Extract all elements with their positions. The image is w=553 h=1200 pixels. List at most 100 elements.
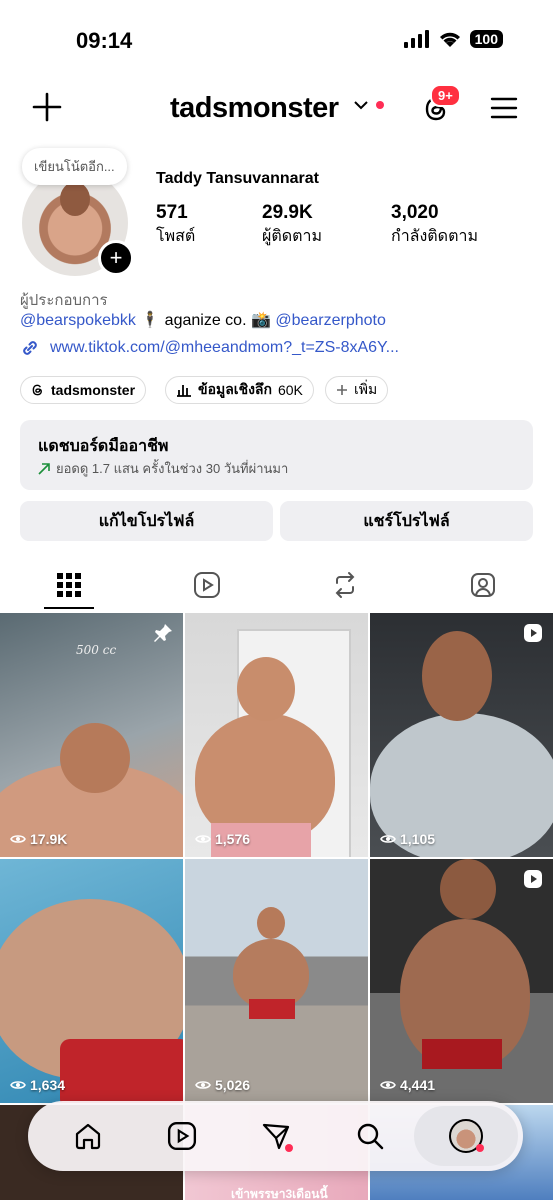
stat-label: กำลังติดตาม [391, 228, 478, 245]
view-count: 1,105 [380, 831, 435, 847]
chevron-down-icon [354, 101, 368, 110]
grid-icon [57, 573, 81, 597]
home-icon [75, 1123, 101, 1150]
trend-up-icon [38, 462, 50, 475]
eye-icon [380, 835, 396, 843]
grid-post[interactable]: 1,576 [185, 613, 368, 857]
pill-value: 60K [277, 382, 303, 398]
plus-icon [337, 385, 347, 395]
stat-posts[interactable]: 571 โพสต์ [156, 202, 195, 249]
post-image-head [440, 859, 496, 919]
pin-icon [154, 624, 172, 642]
menu-icon[interactable] [490, 96, 518, 120]
wifi-icon [439, 32, 460, 47]
signal-icon [403, 30, 429, 48]
profile-note-bubble[interactable]: เขียนโน้ตอีก... [22, 148, 127, 185]
stat-value: 571 [156, 202, 188, 223]
create-plus-icon[interactable] [32, 92, 62, 122]
post-image-head [257, 907, 285, 939]
nav-home[interactable] [70, 1118, 106, 1154]
view-count: 4,441 [380, 1077, 435, 1093]
dashboard-subtitle-text: ยอดดู 1.7 แสน ครั้งในช่วง 30 วันที่ผ่านม… [56, 461, 289, 476]
notification-dot [476, 1144, 484, 1152]
notification-dot [285, 1144, 293, 1152]
threads-badge: 9+ [430, 84, 461, 107]
grid-post[interactable]: 500 cc 17.9K [0, 613, 183, 857]
grid-post[interactable]: 4,441 [370, 859, 553, 1103]
view-count-text: 17.9K [30, 831, 68, 847]
add-pill[interactable]: เพิ่ม [325, 376, 389, 404]
insights-pill[interactable]: ข้อมูลเชิงลึก 60K [165, 376, 314, 404]
view-count: 1,634 [10, 1077, 65, 1093]
profile-tabs [0, 560, 553, 612]
grid-post[interactable]: 1,105 [370, 613, 553, 857]
view-count-text: 4,441 [400, 1077, 436, 1093]
bio-text: 🕴 aganize co. 📸 [140, 312, 271, 329]
battery-indicator: 100 [469, 30, 503, 48]
view-count-text: 5,026 [215, 1077, 251, 1093]
view-count-text: 1,105 [400, 831, 436, 847]
stat-value: 29.9K [262, 202, 313, 223]
reel-play-icon [524, 624, 542, 642]
nav-messages[interactable] [258, 1118, 294, 1154]
post-image-shorts [422, 1039, 502, 1069]
view-count: 1,576 [195, 831, 250, 847]
bio-mention-link[interactable]: @bearspokebkk [20, 312, 136, 329]
grid-post[interactable]: 5,026 [185, 859, 368, 1103]
link-icon [23, 341, 37, 355]
view-count-text: 1,634 [30, 1077, 66, 1093]
tab-grid[interactable] [14, 560, 124, 610]
threads-icon [32, 384, 42, 396]
grid-post[interactable]: 1,634 [0, 859, 183, 1103]
tab-tagged[interactable] [428, 560, 538, 610]
share-profile-button[interactable]: แชร์โปรไฟล์ [280, 501, 533, 541]
pill-label: เพิ่ม [354, 381, 378, 397]
account-switch-chevron[interactable] [354, 100, 384, 110]
reel-play-icon [524, 870, 542, 888]
post-image-shorts [249, 999, 295, 1019]
post-caption: 500 cc [76, 643, 117, 657]
eye-icon [10, 835, 26, 843]
bio-mention-link[interactable]: @bearzerphoto [275, 312, 386, 329]
add-story-plus-icon[interactable]: + [98, 240, 134, 276]
threads-profile-pill[interactable]: tadsmonster [20, 376, 147, 404]
nav-reels[interactable] [164, 1118, 200, 1154]
pill-label: tadsmonster [51, 382, 136, 398]
search-icon [357, 1123, 384, 1150]
profile-full-name: Taddy Tansuvannarat [156, 170, 319, 187]
reels-icon [194, 572, 220, 598]
tagged-person-icon [471, 573, 495, 597]
post-image-shorts [60, 1039, 183, 1103]
dashboard-subtitle: ยอดดู 1.7 แสน ครั้งในช่วง 30 วันที่ผ่านม… [38, 458, 288, 479]
eye-icon [10, 1081, 26, 1089]
website-text: www.tiktok.com/@mheeandmom?_t=ZS-8xA6Y..… [50, 339, 399, 356]
tab-reels[interactable] [152, 560, 262, 610]
tab-reposts[interactable] [290, 560, 400, 610]
notification-dot [376, 101, 384, 109]
nav-profile[interactable] [448, 1118, 484, 1154]
bar-chart-icon [177, 385, 191, 397]
bottom-navigation [28, 1101, 523, 1171]
profile-bio: @bearspokebkk 🕴 aganize co. 📸 @bearzerph… [20, 310, 386, 330]
stat-label: ผู้ติดตาม [262, 228, 323, 245]
view-count: 17.9K [10, 831, 67, 847]
stat-followers[interactable]: 29.9K ผู้ติดตาม [262, 202, 322, 249]
post-image-head [60, 723, 130, 793]
eye-icon [195, 835, 211, 843]
post-image-head [237, 657, 295, 721]
status-time: 09:14 [76, 28, 133, 53]
pill-label: ข้อมูลเชิงลึก [198, 381, 272, 397]
repost-icon [335, 572, 355, 598]
post-caption: เข้าพรรษา3เดือนนี้ [231, 1187, 328, 1200]
edit-profile-button[interactable]: แก้ไขโปรไฟล์ [20, 501, 273, 541]
status-icons: 100 [403, 30, 503, 48]
view-count-text: 1,576 [215, 831, 251, 847]
professional-dashboard[interactable]: แดชบอร์ดมืออาชีพ ยอดดู 1.7 แสน ครั้งในช่… [20, 420, 533, 490]
nav-search[interactable] [352, 1118, 388, 1154]
post-image-head [422, 631, 492, 721]
profile-website-link[interactable]: www.tiktok.com/@mheeandmom?_t=ZS-8xA6Y..… [20, 338, 399, 358]
profile-category: ผู้ประกอบการ [20, 292, 108, 309]
stat-following[interactable]: 3,020 กำลังติดตาม [391, 202, 478, 249]
stat-label: โพสต์ [156, 228, 196, 245]
account-username[interactable]: tadsmonster [170, 92, 339, 125]
